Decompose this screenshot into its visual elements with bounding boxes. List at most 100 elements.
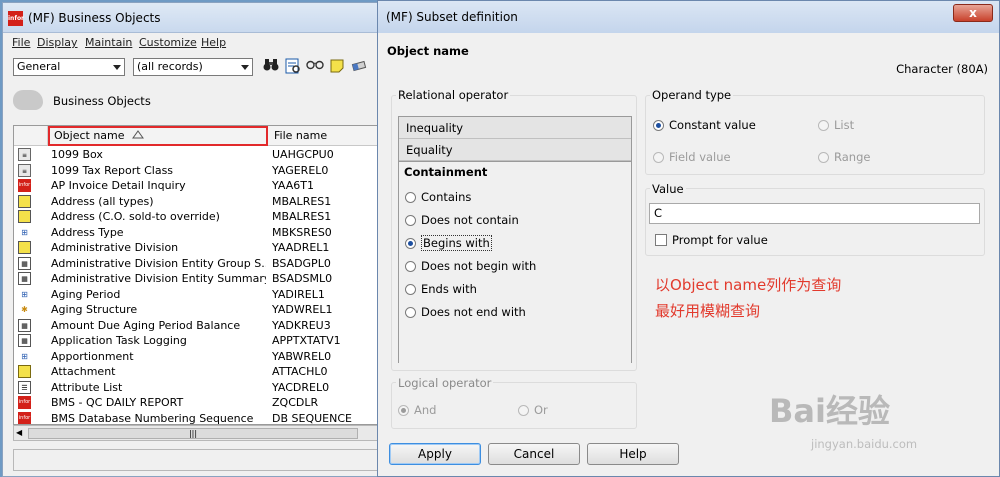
- radio-or[interactable]: Or: [518, 403, 548, 417]
- infor-icon: infor: [18, 179, 31, 192]
- table-row[interactable]: ▦ Amount Due Aging Period Balance YADKREU3: [14, 318, 387, 334]
- close-button[interactable]: x: [953, 4, 993, 22]
- object-name-cell: Apportionment: [51, 349, 134, 363]
- table-row[interactable]: ⊞ Apportionment YABWREL0: [14, 349, 387, 365]
- filter-combo[interactable]: (all records): [133, 58, 253, 76]
- field-name: Object name: [387, 44, 469, 58]
- tab-containment[interactable]: Containment: [404, 165, 487, 179]
- table-row[interactable]: Address (all types) MBALRES1: [14, 194, 387, 210]
- tree-icon: ⊞: [21, 351, 28, 361]
- file-name-cell: YADIREL1: [272, 287, 325, 301]
- radio-label: Does not begin with: [421, 259, 537, 273]
- menu-bar: File Display Maintain Customize Help: [3, 35, 386, 52]
- tree-icon: ⊞: [21, 289, 28, 299]
- radio-begins-with[interactable]: Begins with: [405, 235, 492, 251]
- table-row[interactable]: ▦ Administrative Division Entity Group S.…: [14, 256, 387, 272]
- object-name-cell: Aging Period: [51, 287, 121, 301]
- radio-does-not-end-with[interactable]: Does not end with: [405, 305, 526, 319]
- radio-icon: [518, 405, 529, 416]
- radio-selected-icon: [405, 238, 416, 249]
- dialog-title: (MF) Subset definition: [386, 10, 518, 24]
- radio-does-not-contain[interactable]: Does not contain: [405, 213, 519, 227]
- table-row[interactable]: ⊞ Aging Period YADIREL1: [14, 287, 387, 303]
- chevron-down-icon: [113, 65, 121, 70]
- table-row[interactable]: ✱ Aging Structure YADWREL1: [14, 302, 387, 318]
- tab-equality[interactable]: Equality: [399, 139, 631, 161]
- apply-button[interactable]: Apply: [389, 443, 481, 465]
- tree-icon: ✱: [21, 305, 28, 314]
- menu-maintain[interactable]: Maintain: [85, 36, 132, 49]
- business-objects-icon: [13, 90, 43, 110]
- radio-and[interactable]: And: [398, 403, 436, 417]
- radio-does-not-begin-with[interactable]: Does not begin with: [405, 259, 536, 273]
- menu-customize[interactable]: Customize: [139, 36, 197, 49]
- view-combo[interactable]: General: [13, 58, 125, 76]
- radio-contains[interactable]: Contains: [405, 190, 471, 204]
- radio-icon: [405, 284, 416, 295]
- radio-constant-value[interactable]: Constant value: [653, 118, 756, 132]
- glasses-icon[interactable]: [306, 58, 324, 76]
- scroll-left-icon[interactable]: ◀: [16, 428, 22, 437]
- menu-help[interactable]: Help: [201, 36, 226, 49]
- object-name-cell: Application Task Logging: [51, 334, 187, 347]
- infor-icon: infor: [18, 396, 31, 409]
- horizontal-scrollbar[interactable]: ◀ |||: [13, 425, 388, 441]
- annotation-line-2: 最好用模糊查询: [655, 302, 761, 320]
- section-label: Business Objects: [53, 94, 151, 108]
- note-icon[interactable]: [328, 58, 346, 76]
- table-row[interactable]: infor BMS - QC DAILY REPORT ZQCDLR: [14, 395, 387, 411]
- note-icon: [18, 365, 31, 378]
- menu-display[interactable]: Display: [37, 36, 78, 49]
- table-row[interactable]: ☰ Attribute List YACDREL0: [14, 380, 387, 396]
- binoculars-icon[interactable]: [262, 58, 280, 76]
- file-name-cell: YACDREL0: [272, 380, 330, 394]
- business-objects-header: Business Objects: [13, 90, 343, 112]
- table-row[interactable]: Address (C.O. sold-to override) MBALRES1: [14, 209, 387, 225]
- table-row[interactable]: ▦ Administrative Division Entity Summary B…: [14, 271, 387, 287]
- table-row[interactable]: Attachment ATTACHL0: [14, 364, 387, 380]
- field-type: Character (80A): [896, 62, 988, 76]
- table-row[interactable]: infor AP Invoice Detail Inquiry YAA6T1: [14, 178, 387, 194]
- radio-label: Does not contain: [421, 213, 519, 227]
- table-row[interactable]: Administrative Division YAADREL1: [14, 240, 387, 256]
- radio-range[interactable]: Range: [818, 150, 870, 164]
- object-name-cell: Address (all types): [51, 194, 154, 208]
- radio-icon: [818, 152, 829, 163]
- radio-ends-with[interactable]: Ends with: [405, 282, 477, 296]
- file-name-cell: MBALRES1: [272, 210, 332, 223]
- find-record-icon[interactable]: [284, 58, 302, 76]
- table-rows: ≡ 1099 Box UAHGCPU0 ≡ 1099 Tax Report Class…: [14, 147, 387, 424]
- cancel-button[interactable]: Cancel: [488, 443, 580, 465]
- menu-file[interactable]: File: [12, 36, 30, 49]
- table-row[interactable]: ⊞ Address Type MBKSRES0: [14, 225, 387, 241]
- radio-icon: [405, 261, 416, 272]
- value-input[interactable]: C: [649, 203, 980, 224]
- table-row[interactable]: ≡ 1099 Box UAHGCPU0: [14, 147, 387, 163]
- card-icon: [18, 194, 31, 208]
- grid-icon: ▦: [18, 334, 31, 347]
- radio-list[interactable]: List: [818, 118, 854, 132]
- doc-icon: ≡: [18, 163, 31, 177]
- scrollbar-thumb[interactable]: |||: [28, 428, 358, 439]
- prompt-for-value-checkbox[interactable]: Prompt for value: [655, 233, 768, 247]
- table-row[interactable]: infor BMS Database Numbering Sequence DB S…: [14, 411, 387, 424]
- help-button[interactable]: Help: [587, 443, 679, 465]
- dialog-titlebar[interactable]: (MF) Subset definition x: [378, 1, 999, 33]
- tab-inequality[interactable]: Inequality: [399, 117, 631, 139]
- radio-field-value[interactable]: Field value: [653, 150, 731, 164]
- table-row[interactable]: ▦ Application Task Logging APPTXTATV1: [14, 333, 387, 349]
- object-name-cell: Administrative Division Entity Group S..…: [51, 256, 266, 270]
- window-titlebar[interactable]: infor (MF) Business Objects: [3, 3, 386, 33]
- radio-label: Constant value: [669, 118, 756, 132]
- eraser-icon[interactable]: [350, 58, 368, 76]
- object-name-cell: Administrative Division: [51, 241, 179, 254]
- icon-column-header[interactable]: [14, 126, 48, 146]
- annotation-keyword: Object name: [670, 276, 767, 294]
- list-icon: ☰: [18, 380, 31, 394]
- highlight-box: [48, 126, 268, 146]
- objects-table: Object name File name ≡ 1099 Box UAHGCPU0 …: [13, 125, 388, 425]
- file-name-cell: APPTXTATV1: [272, 334, 341, 347]
- column-header-file-name[interactable]: File name: [268, 126, 387, 146]
- table-row[interactable]: ≡ 1099 Tax Report Class YAGEREL0: [14, 163, 387, 179]
- checkbox-label: Prompt for value: [672, 233, 768, 247]
